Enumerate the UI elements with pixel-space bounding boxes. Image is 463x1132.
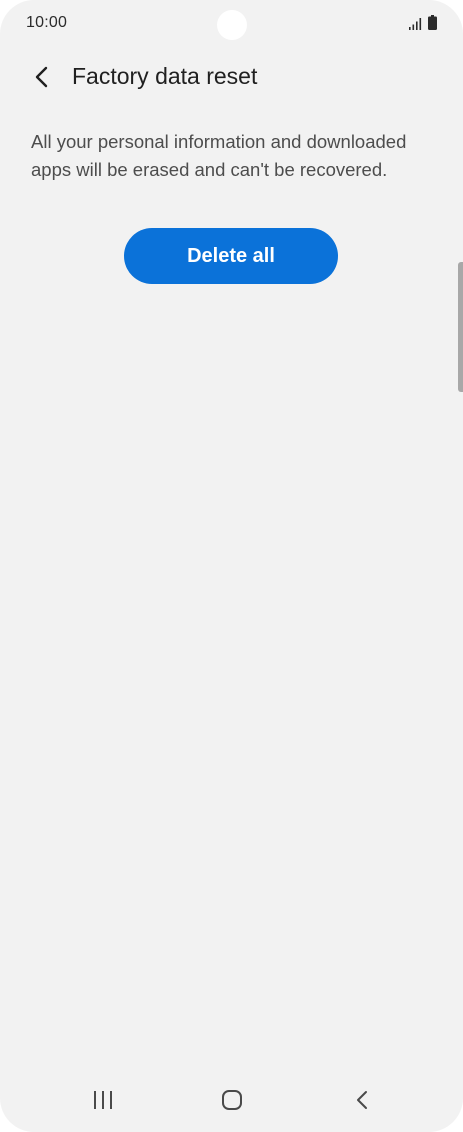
- delete-all-button[interactable]: Delete all: [124, 228, 338, 284]
- home-button[interactable]: [212, 1082, 252, 1118]
- recents-icon: [94, 1091, 112, 1109]
- status-icons: [409, 15, 437, 30]
- navigation-bar: [0, 1068, 463, 1132]
- reset-description: All your personal information and downlo…: [31, 131, 407, 180]
- phone-screen: 10:00 Factory data reset All your person…: [0, 0, 463, 1132]
- nav-back-button[interactable]: [342, 1082, 382, 1118]
- app-bar: Factory data reset: [0, 52, 463, 102]
- page-title: Factory data reset: [72, 63, 258, 89]
- status-bar: 10:00: [0, 0, 463, 48]
- home-icon: [222, 1090, 242, 1110]
- back-button[interactable]: [26, 62, 56, 92]
- back-icon: [357, 1091, 367, 1109]
- status-time: 10:00: [26, 14, 68, 31]
- battery-icon: [428, 15, 437, 30]
- recents-button[interactable]: [83, 1082, 123, 1118]
- scroll-indicator[interactable]: [458, 262, 463, 392]
- chevron-left-icon: [35, 66, 48, 88]
- signal-icon: [409, 18, 422, 30]
- front-camera-cutout: [217, 10, 247, 40]
